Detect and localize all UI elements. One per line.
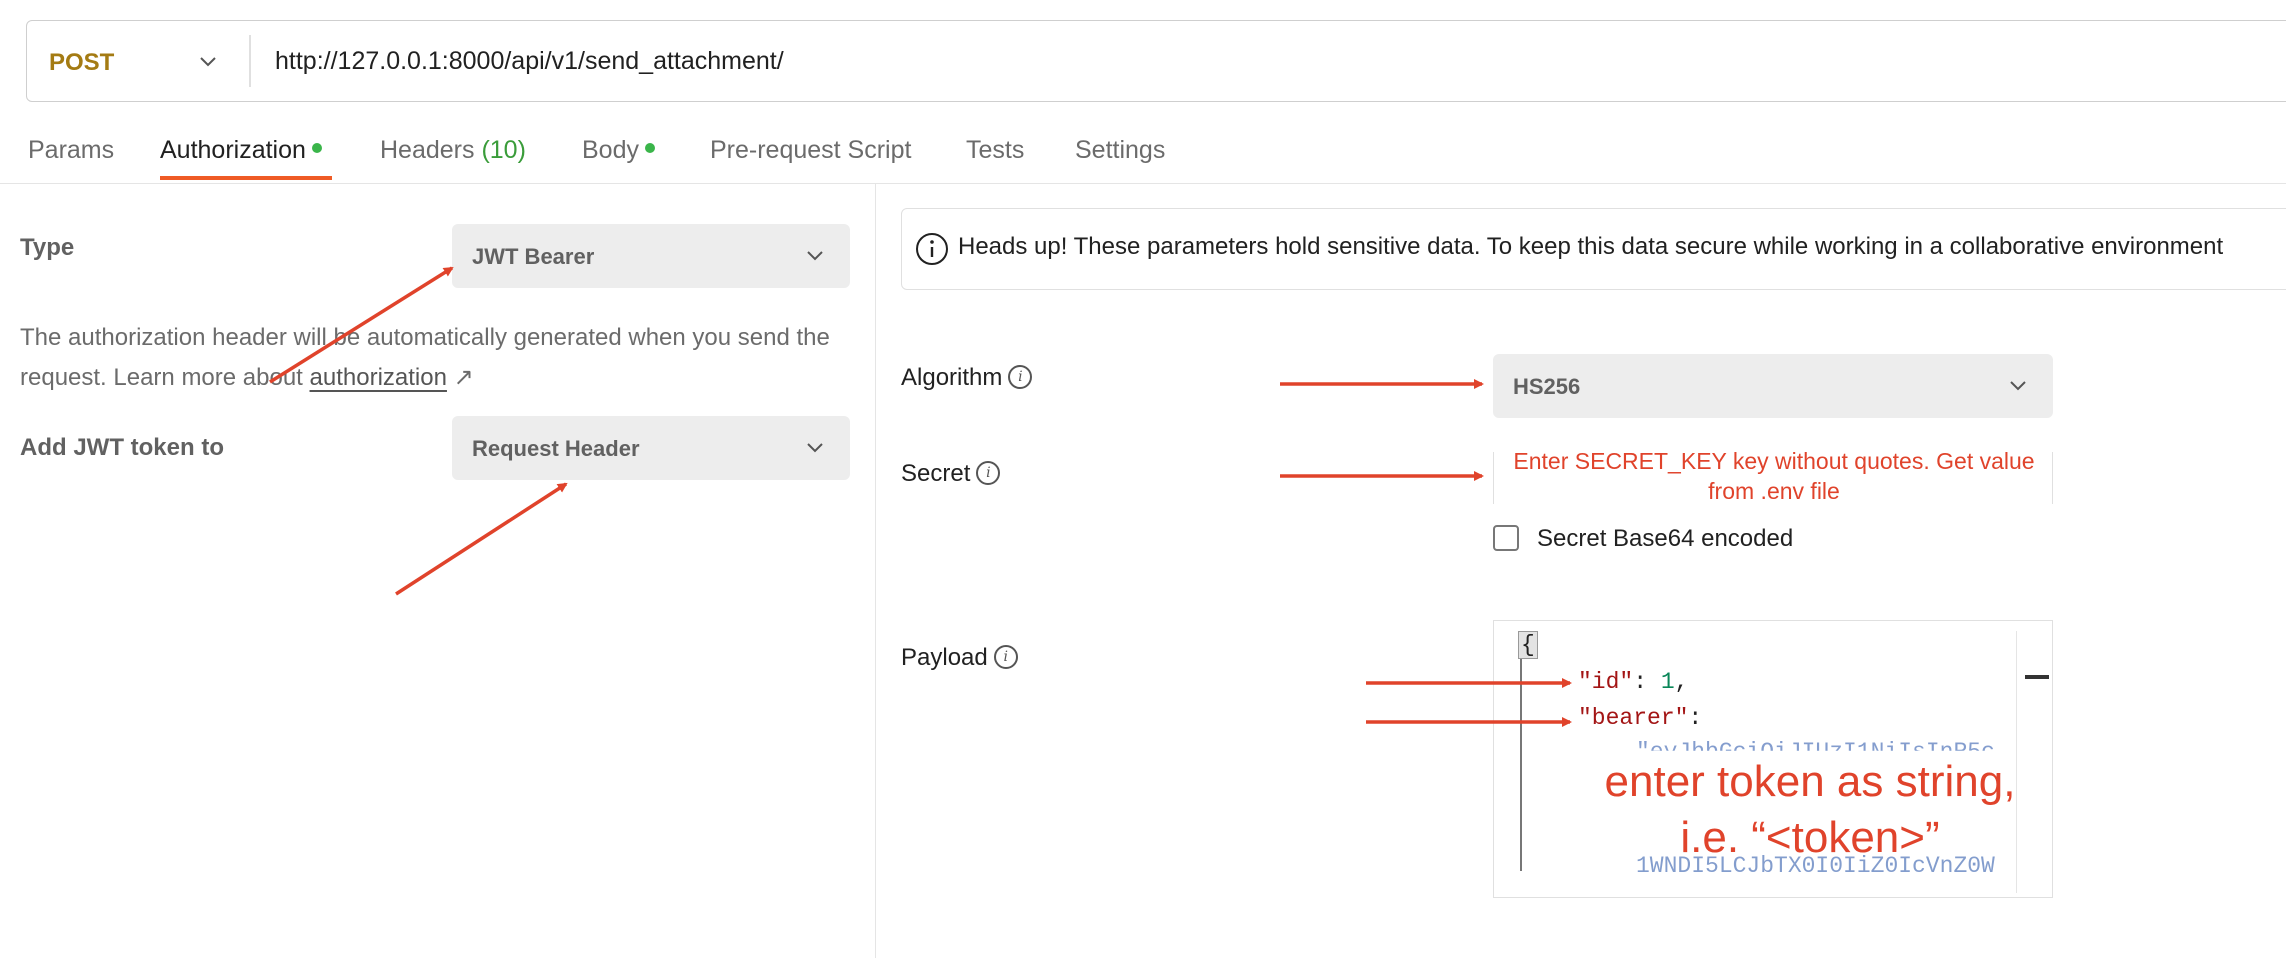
arrow-to-add-token [395, 482, 568, 596]
annotation-arrows [269, 266, 1572, 727]
arrow-to-type [269, 266, 454, 384]
